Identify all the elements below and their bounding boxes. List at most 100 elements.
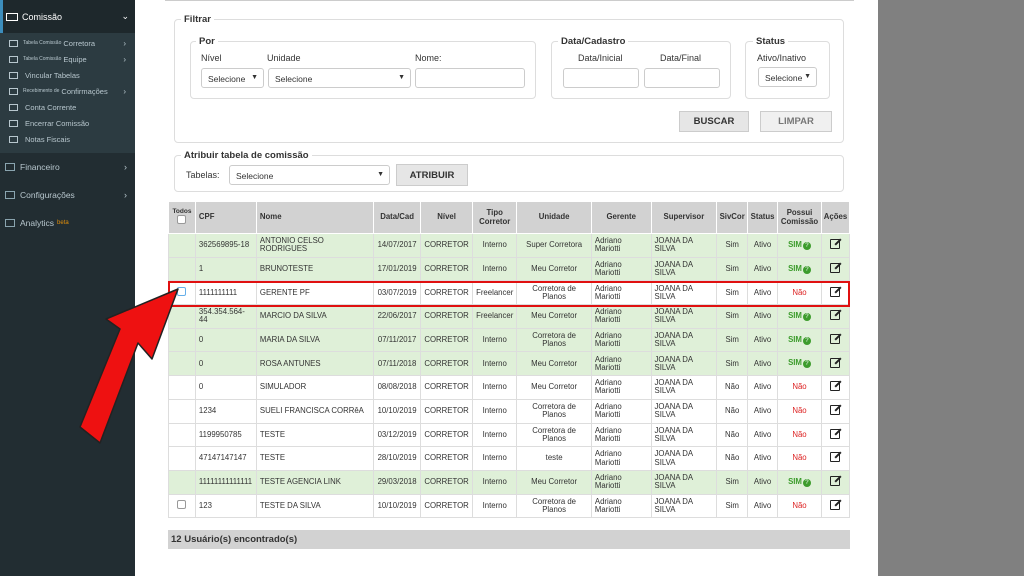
col-acoes: Ações bbox=[820, 201, 851, 234]
table-row[interactable]: 1199950785 TESTE 03/12/2019 CORRETOR Interno… bbox=[168, 422, 851, 448]
table-row[interactable]: 0 SIMULADOR 08/08/2018 CORRETOR Interno Meu C… bbox=[168, 375, 851, 400]
sidebar-subitem[interactable]: Notas Fiscais bbox=[0, 131, 135, 147]
comissao-value: Não bbox=[792, 453, 807, 463]
edit-icon[interactable] bbox=[830, 357, 841, 368]
tipo-corretor-cell: Interno bbox=[472, 256, 518, 282]
nivel-label: Nível bbox=[201, 53, 222, 63]
help-icon[interactable]: ? bbox=[802, 478, 811, 487]
data-inicial-input[interactable] bbox=[563, 68, 639, 88]
col-sivcor[interactable]: SivCor bbox=[716, 201, 749, 234]
buscar-button[interactable]: BUSCAR bbox=[679, 111, 749, 132]
table-row[interactable]: 1 BRUNOTESTE 17/01/2019 CORRETOR Interno Meu … bbox=[168, 256, 851, 282]
limpar-button[interactable]: LIMPAR bbox=[760, 111, 832, 132]
comissao-value: SIM bbox=[788, 239, 802, 249]
select-all-checkbox[interactable] bbox=[177, 215, 187, 225]
possui-comissao-cell: SIM? bbox=[777, 469, 822, 495]
tabelas-select[interactable]: Selecione ▼ bbox=[229, 165, 390, 185]
col-nivel[interactable]: Nível bbox=[420, 201, 474, 234]
col-cpf[interactable]: CPF bbox=[194, 201, 257, 234]
col-gerente[interactable]: Gerente bbox=[590, 201, 652, 234]
sidebar-subitem[interactable]: Tabela Comissão Equipe › bbox=[0, 51, 135, 67]
table-row[interactable]: 123 TESTE DA SILVA 10/10/2019 CORRETOR Inter… bbox=[168, 493, 851, 519]
nivel-cell: CORRETOR bbox=[420, 351, 474, 377]
col-possui-comissao[interactable]: Possui Comissão bbox=[777, 201, 822, 234]
table-row[interactable]: 0 MARIA DA SILVA 07/11/2017 CORRETOR Interno… bbox=[168, 327, 851, 353]
chevron-right-icon: › bbox=[123, 38, 126, 48]
sidebar-subitem-label: Notas Fiscais bbox=[25, 134, 71, 144]
sidebar-subitem[interactable]: Encerrar Comissão bbox=[0, 115, 135, 131]
unidade-select[interactable]: Selecione ▼ bbox=[268, 68, 411, 88]
atribuir-button[interactable]: ATRIBUIR bbox=[396, 164, 468, 186]
table-row[interactable]: 0 ROSA ANTUNES 07/11/2018 CORRETOR Interno Me… bbox=[168, 351, 851, 377]
help-icon[interactable]: ? bbox=[802, 360, 811, 369]
nome-cell: ROSA ANTUNES bbox=[255, 351, 375, 377]
acoes-cell bbox=[820, 422, 851, 448]
nivel-cell: CORRETOR bbox=[420, 375, 474, 400]
sivcor-cell: Sim bbox=[716, 280, 749, 306]
acoes-cell bbox=[820, 398, 851, 424]
unidade-cell: Meu Corretor bbox=[516, 469, 592, 495]
possui-comissao-cell: Não bbox=[777, 446, 822, 471]
nivel-cell: CORRETOR bbox=[420, 493, 474, 519]
status-cell: Ativo bbox=[747, 422, 779, 448]
help-icon[interactable]: ? bbox=[802, 241, 811, 250]
edit-icon[interactable] bbox=[830, 428, 841, 439]
edit-icon[interactable] bbox=[830, 310, 841, 321]
comissao-value: Não bbox=[792, 406, 807, 416]
edit-icon[interactable] bbox=[830, 334, 841, 344]
data-final-input[interactable] bbox=[644, 68, 720, 88]
nome-input[interactable] bbox=[415, 68, 525, 88]
table-row[interactable]: 1111111111 GERENTE PF 03/07/2019 CORRETOR Fr… bbox=[168, 280, 851, 306]
edit-icon[interactable] bbox=[830, 239, 841, 250]
col-tipo-corretor[interactable]: Tipo Corretor bbox=[472, 201, 518, 234]
edit-icon[interactable] bbox=[830, 381, 841, 392]
cpf-cell: 1 bbox=[194, 256, 257, 282]
table-row[interactable]: 362569895-18 ANTONIO CELSO RODRIGUES 14/07… bbox=[168, 233, 851, 258]
nome-cell: ANTONIO CELSO RODRIGUES bbox=[255, 233, 375, 258]
status-cell: Ativo bbox=[747, 375, 779, 400]
edit-icon[interactable] bbox=[830, 286, 841, 297]
col-nome[interactable]: Nome bbox=[255, 201, 375, 234]
edit-icon[interactable] bbox=[830, 405, 841, 416]
supervisor-cell: JOANA DA SILVA bbox=[650, 280, 718, 306]
help-icon[interactable]: ? bbox=[802, 265, 811, 274]
comissao-value: Não bbox=[792, 429, 807, 439]
comissao-value: Não bbox=[792, 382, 807, 392]
users-table: Todos CPF Nome Data/Cad Nível Tipo Corre… bbox=[168, 201, 851, 519]
sidebar-subitem[interactable]: Vincular Tabelas bbox=[0, 67, 135, 83]
col-data-cad[interactable]: Data/Cad bbox=[373, 201, 422, 234]
col-supervisor[interactable]: Supervisor bbox=[650, 201, 718, 234]
sidebar-subitem[interactable]: Tabela Comissão Corretora › bbox=[0, 35, 135, 51]
sidebar-item[interactable]: Financeiro › bbox=[0, 153, 135, 181]
sidebar-subitem[interactable]: Recebimento de Confirmações › bbox=[0, 83, 135, 99]
edit-icon[interactable] bbox=[830, 476, 841, 487]
table-row[interactable]: 11111111111111 TESTE AGENCIA LINK 29/03/20… bbox=[168, 469, 851, 495]
sivcor-cell: Sim bbox=[716, 351, 749, 377]
sidebar-subitem[interactable]: Conta Corrente bbox=[0, 99, 135, 115]
status-select[interactable]: Selecione ▼ bbox=[758, 67, 817, 87]
nivel-select[interactable]: Selecione ▼ bbox=[201, 68, 264, 88]
table-row[interactable]: 354.354.564-44 MARCIO DA SILVA 22/06/2017 C… bbox=[168, 304, 851, 329]
sidebar-item-comissao[interactable]: Comissão ⌄ bbox=[0, 0, 135, 33]
help-icon[interactable]: ? bbox=[802, 312, 811, 321]
table-row[interactable]: 1234 SUELI FRANCISCA CORRêA 10/10/2019 CORR… bbox=[168, 398, 851, 424]
cpf-cell: 1234 bbox=[194, 398, 257, 424]
edit-icon[interactable] bbox=[830, 452, 841, 463]
possui-comissao-cell: SIM? bbox=[777, 351, 822, 377]
table-row[interactable]: 47147147147 TESTE 28/10/2019 CORRETOR Intern… bbox=[168, 446, 851, 471]
nivel-cell: CORRETOR bbox=[420, 233, 474, 258]
possui-comissao-cell: Não bbox=[777, 422, 822, 448]
row-checkbox[interactable] bbox=[177, 500, 187, 510]
sidebar-item[interactable]: Configurações › bbox=[0, 181, 135, 209]
unidade-select-value: Selecione bbox=[275, 74, 313, 84]
col-unidade[interactable]: Unidade bbox=[516, 201, 592, 234]
chevron-right-icon: › bbox=[123, 54, 126, 64]
sidebar-item[interactable]: Analytics beta bbox=[0, 209, 135, 237]
edit-icon[interactable] bbox=[830, 499, 841, 510]
edit-icon[interactable] bbox=[830, 262, 841, 273]
table-icon bbox=[9, 39, 18, 47]
supervisor-cell: JOANA DA SILVA bbox=[650, 327, 718, 353]
col-status[interactable]: Status bbox=[747, 201, 779, 234]
help-icon[interactable]: ? bbox=[802, 336, 811, 345]
sivcor-cell: Sim bbox=[716, 304, 749, 329]
